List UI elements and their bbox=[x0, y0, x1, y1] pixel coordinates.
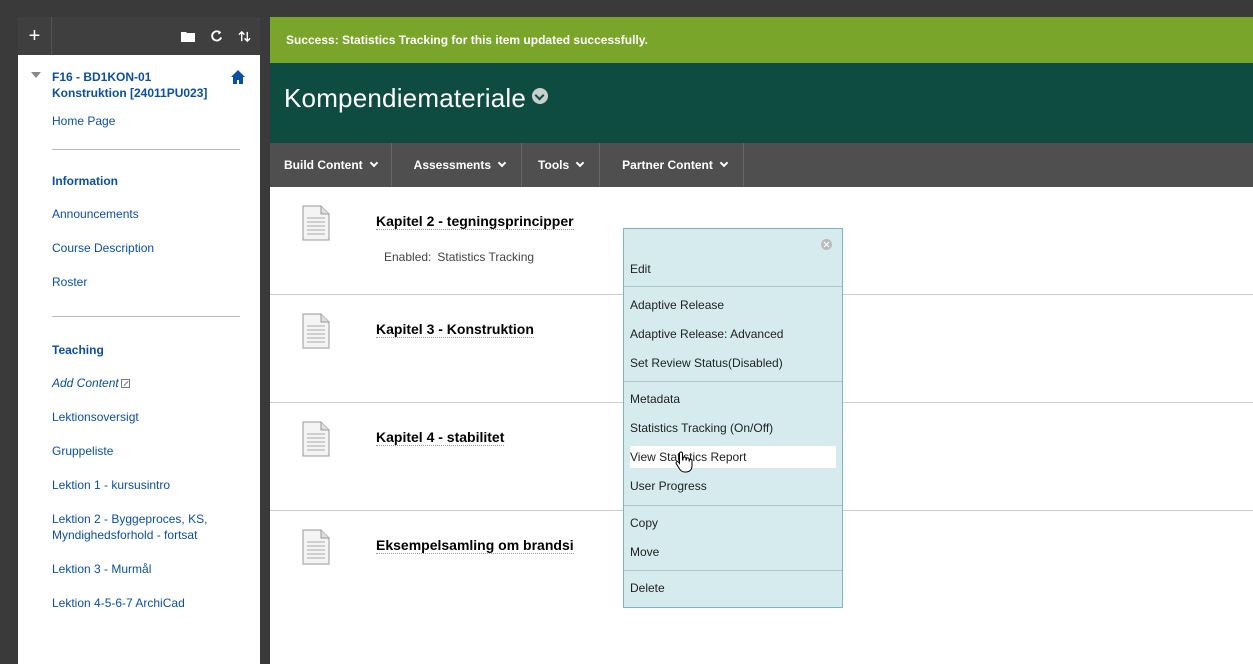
sidebar-item-add-content[interactable]: Add Content bbox=[18, 375, 260, 391]
sidebar-item-gruppeliste[interactable]: Gruppeliste bbox=[18, 443, 260, 459]
page-header: Kompendiemateriale bbox=[270, 63, 1253, 143]
menu-item-view-statistics-report[interactable]: View Statistics Report bbox=[630, 446, 836, 468]
folder-icon[interactable] bbox=[176, 17, 200, 55]
menu-item-adaptive-release-advanced[interactable]: Adaptive Release: Advanced bbox=[630, 323, 836, 345]
item-title[interactable]: Kapitel 3 - Konstruktion bbox=[376, 321, 534, 338]
divider bbox=[52, 149, 240, 150]
divider bbox=[52, 316, 240, 317]
collapse-caret-icon[interactable] bbox=[31, 72, 41, 78]
document-icon bbox=[302, 421, 330, 457]
sidebar-item-lektion-2[interactable]: Lektion 2 - Byggeproces, KS, Myndighedsf… bbox=[18, 511, 260, 543]
chevron-down-icon bbox=[497, 158, 507, 168]
app-frame: + F16 - BD1KON-01 Konstruktion [24011PU0… bbox=[0, 0, 1253, 664]
course-title[interactable]: F16 - BD1KON-01 Konstruktion [24011PU023… bbox=[52, 69, 222, 101]
item-metadata: Enabled: Statistics Tracking bbox=[384, 250, 535, 264]
menu-item-metadata[interactable]: Metadata bbox=[630, 388, 836, 410]
course-menu-sidebar: + F16 - BD1KON-01 Konstruktion [24011PU0… bbox=[18, 17, 260, 664]
item-context-menu: Edit Adaptive Release Adaptive Release: … bbox=[623, 228, 843, 608]
close-icon[interactable] bbox=[821, 239, 832, 250]
chevron-down-icon bbox=[575, 158, 585, 168]
item-title[interactable]: Kapitel 4 - stabilitet bbox=[376, 429, 505, 446]
build-content-menu[interactable]: Build Content bbox=[270, 143, 392, 187]
menu-item-move[interactable]: Move bbox=[630, 541, 836, 563]
sidebar-item-lektion-3[interactable]: Lektion 3 - Murmål bbox=[18, 561, 260, 577]
refresh-icon[interactable] bbox=[204, 17, 228, 55]
action-bar: Build Content Assessments Tools Partner … bbox=[270, 143, 1253, 187]
document-icon bbox=[302, 529, 330, 565]
menu-item-adaptive-release[interactable]: Adaptive Release bbox=[630, 294, 836, 316]
hidden-from-students-icon bbox=[120, 379, 130, 388]
sidebar-item-lektion-1[interactable]: Lektion 1 - kursusintro bbox=[18, 477, 260, 493]
document-icon bbox=[302, 205, 330, 241]
chevron-down-icon bbox=[369, 158, 378, 168]
menu-item-copy[interactable]: Copy bbox=[630, 512, 836, 534]
home-icon[interactable] bbox=[230, 69, 246, 85]
document-icon bbox=[302, 313, 330, 349]
menu-item-set-review-status[interactable]: Set Review Status(Disabled) bbox=[630, 352, 836, 374]
add-menu-item-button[interactable]: + bbox=[18, 17, 52, 55]
section-heading-teaching: Teaching bbox=[52, 343, 104, 357]
hand-cursor-icon bbox=[675, 451, 693, 473]
sidebar-item-course-description[interactable]: Course Description bbox=[18, 240, 260, 256]
item-title[interactable]: Kapitel 2 - tegningsprincipper bbox=[376, 213, 574, 230]
assessments-menu[interactable]: Assessments bbox=[392, 143, 523, 187]
tools-menu[interactable]: Tools bbox=[522, 143, 601, 187]
sidebar-item-home-page[interactable]: Home Page bbox=[18, 113, 260, 129]
sidebar-toolbar: + bbox=[18, 17, 260, 55]
add-content-label: Add Content bbox=[52, 376, 119, 390]
page-title-text: Kompendiemateriale bbox=[284, 83, 527, 113]
menu-item-delete[interactable]: Delete bbox=[630, 577, 836, 599]
sidebar-item-announcements[interactable]: Announcements bbox=[18, 206, 260, 222]
sort-icon[interactable] bbox=[232, 17, 256, 55]
chevron-down-icon bbox=[719, 158, 729, 168]
partner-content-menu[interactable]: Partner Content bbox=[600, 143, 744, 187]
page-options-chevron-icon[interactable] bbox=[532, 88, 549, 104]
menu-item-edit[interactable]: Edit bbox=[630, 258, 836, 280]
course-heading: F16 - BD1KON-01 Konstruktion [24011PU023… bbox=[18, 55, 260, 111]
item-title[interactable]: Eksempelsamling om brandsi bbox=[376, 537, 574, 554]
sidebar-item-lektionsoversigt[interactable]: Lektionsoversigt bbox=[18, 409, 260, 425]
menu-item-user-progress[interactable]: User Progress bbox=[630, 475, 836, 497]
section-heading-information: Information bbox=[52, 174, 118, 188]
page-title: Kompendiemateriale bbox=[284, 83, 549, 114]
sidebar-item-lektion-4-5-6-7[interactable]: Lektion 4-5-6-7 ArchiCad bbox=[18, 595, 260, 611]
success-banner: Success: Statistics Tracking for this it… bbox=[270, 17, 1253, 63]
sidebar-item-roster[interactable]: Roster bbox=[18, 274, 260, 290]
menu-item-statistics-tracking[interactable]: Statistics Tracking (On/Off) bbox=[630, 417, 836, 439]
